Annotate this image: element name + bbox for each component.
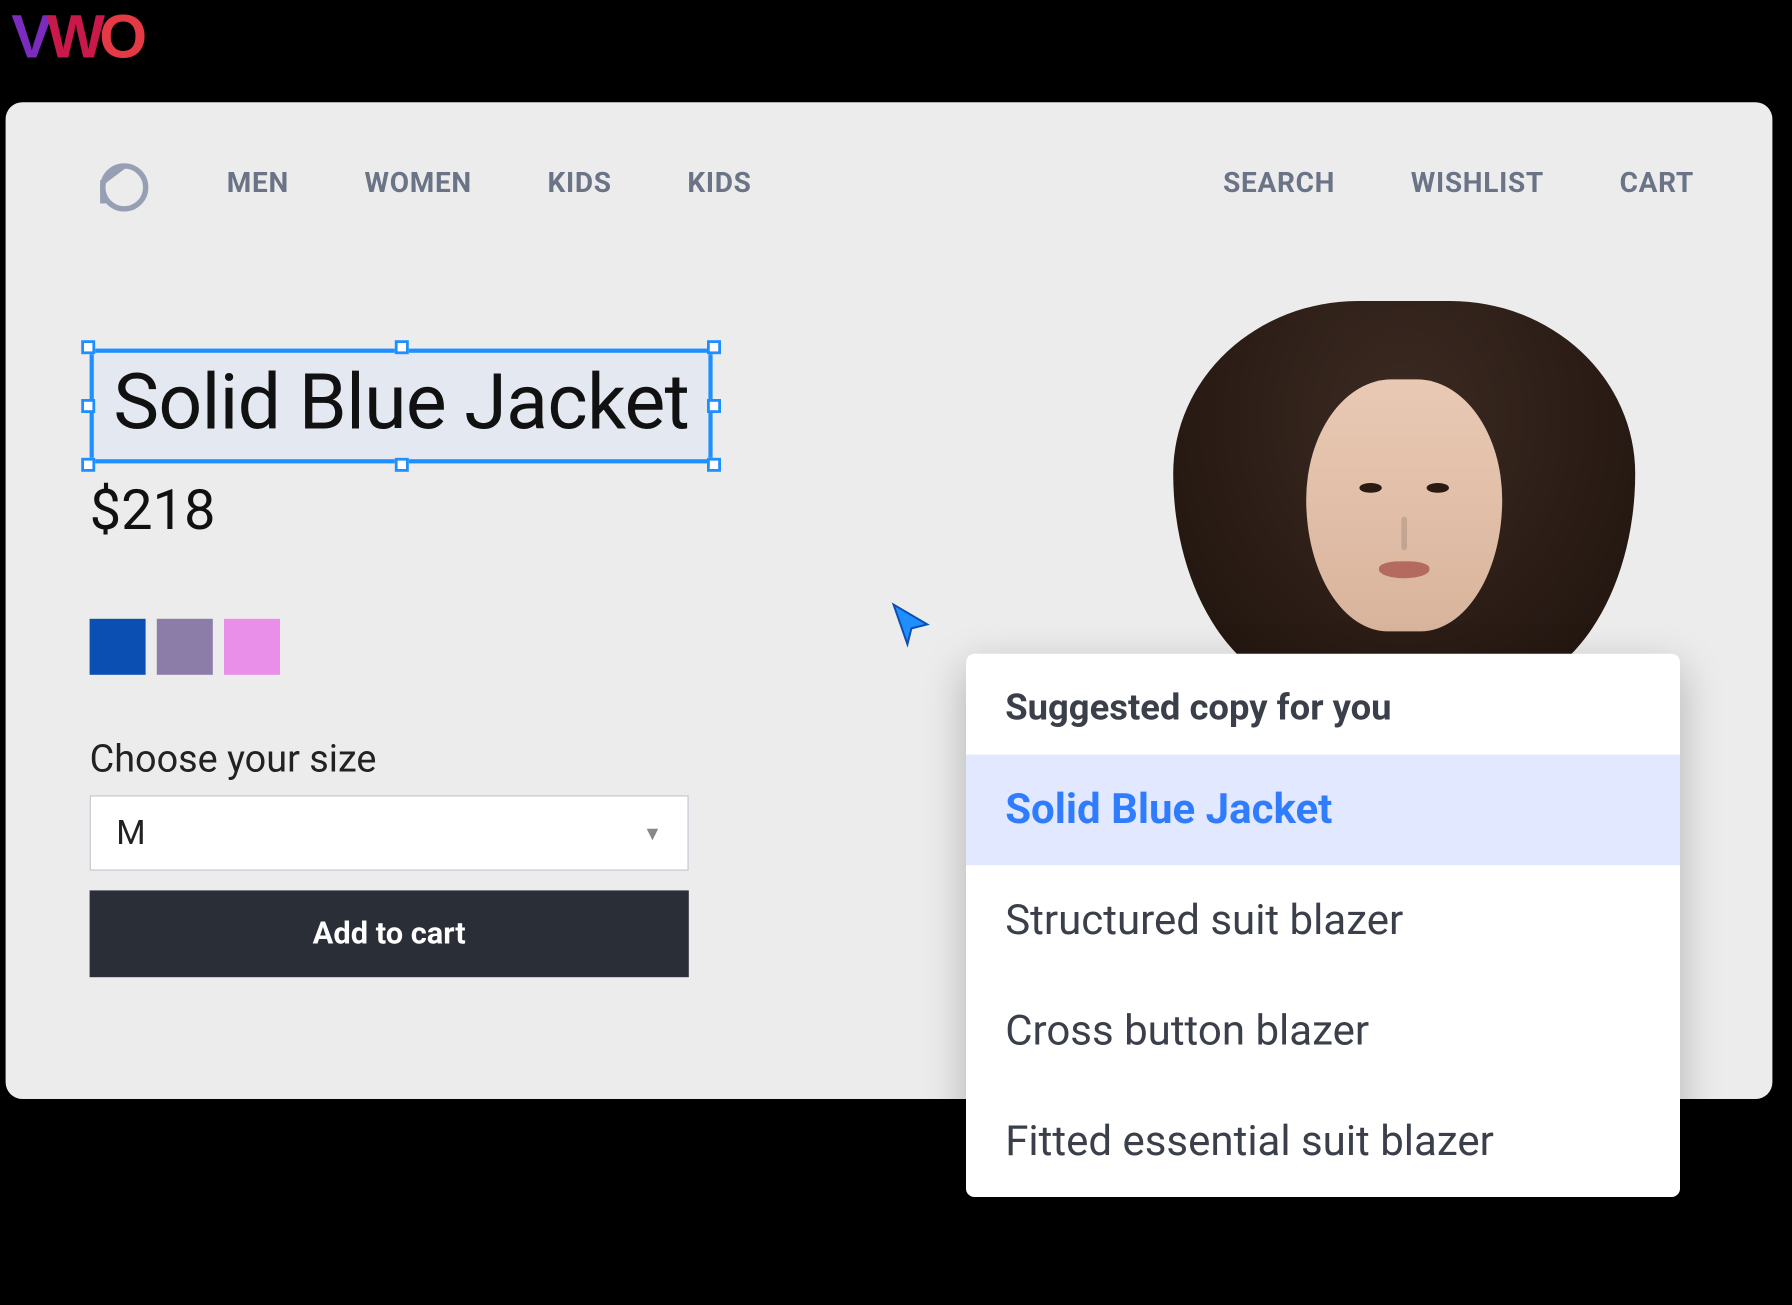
size-select-value: M xyxy=(116,813,145,852)
vwo-logo: VWO xyxy=(11,3,141,73)
selection-handle-bl[interactable] xyxy=(81,458,95,472)
suggestion-panel: Suggested copy for you Solid Blue Jacket… xyxy=(966,654,1680,1197)
size-select[interactable]: M ▼ xyxy=(90,795,689,871)
suggestion-header: Suggested copy for you xyxy=(966,654,1680,755)
nav-women[interactable]: WOMEN xyxy=(365,165,472,199)
vwo-logo-o: O xyxy=(99,3,141,72)
selection-handle-ml[interactable] xyxy=(81,399,95,413)
suggestion-item-4[interactable]: Fitted essential suit blazer xyxy=(966,1086,1680,1197)
vwo-logo-v: V xyxy=(11,3,47,72)
product-panel: Solid Blue Jacket $218 Choose your size … xyxy=(90,349,713,978)
selection-handle-br[interactable] xyxy=(707,458,721,472)
app-card: MEN WOMEN KIDS KIDS SEARCH WISHLIST CART… xyxy=(6,102,1773,1099)
editor-selection[interactable]: Solid Blue Jacket xyxy=(90,349,713,464)
brand-icon xyxy=(84,150,148,214)
suggestion-item-2[interactable]: Structured suit blazer xyxy=(966,865,1680,976)
add-to-cart-button[interactable]: Add to cart xyxy=(90,890,689,977)
top-nav: MEN WOMEN KIDS KIDS SEARCH WISHLIST CART xyxy=(6,102,1773,214)
swatch-2[interactable] xyxy=(157,619,213,675)
nav-search[interactable]: SEARCH xyxy=(1223,165,1335,199)
nav-men[interactable]: MEN xyxy=(227,165,289,199)
cursor-icon xyxy=(888,601,936,649)
selection-handle-mr[interactable] xyxy=(707,399,721,413)
nav-kids-1[interactable]: KIDS xyxy=(547,165,611,199)
selection-handle-tr[interactable] xyxy=(707,340,721,354)
chevron-down-icon: ▼ xyxy=(643,821,662,845)
selection-handle-bm[interactable] xyxy=(394,458,408,472)
color-swatches xyxy=(90,619,713,675)
size-label: Choose your size xyxy=(90,736,713,781)
vwo-logo-w: W xyxy=(47,3,100,72)
nav-wishlist[interactable]: WISHLIST xyxy=(1411,165,1544,199)
selection-handle-tl[interactable] xyxy=(81,340,95,354)
suggestion-item-1[interactable]: Solid Blue Jacket xyxy=(966,755,1680,866)
product-model-image xyxy=(1173,301,1635,665)
swatch-1[interactable] xyxy=(90,619,146,675)
nav-cart[interactable]: CART xyxy=(1620,165,1694,199)
suggestion-item-3[interactable]: Cross button blazer xyxy=(966,976,1680,1087)
nav-kids-2[interactable]: KIDS xyxy=(687,165,751,199)
product-price: $218 xyxy=(90,477,713,543)
product-title[interactable]: Solid Blue Jacket xyxy=(113,358,689,448)
selection-handle-tm[interactable] xyxy=(394,340,408,354)
swatch-3[interactable] xyxy=(224,619,280,675)
